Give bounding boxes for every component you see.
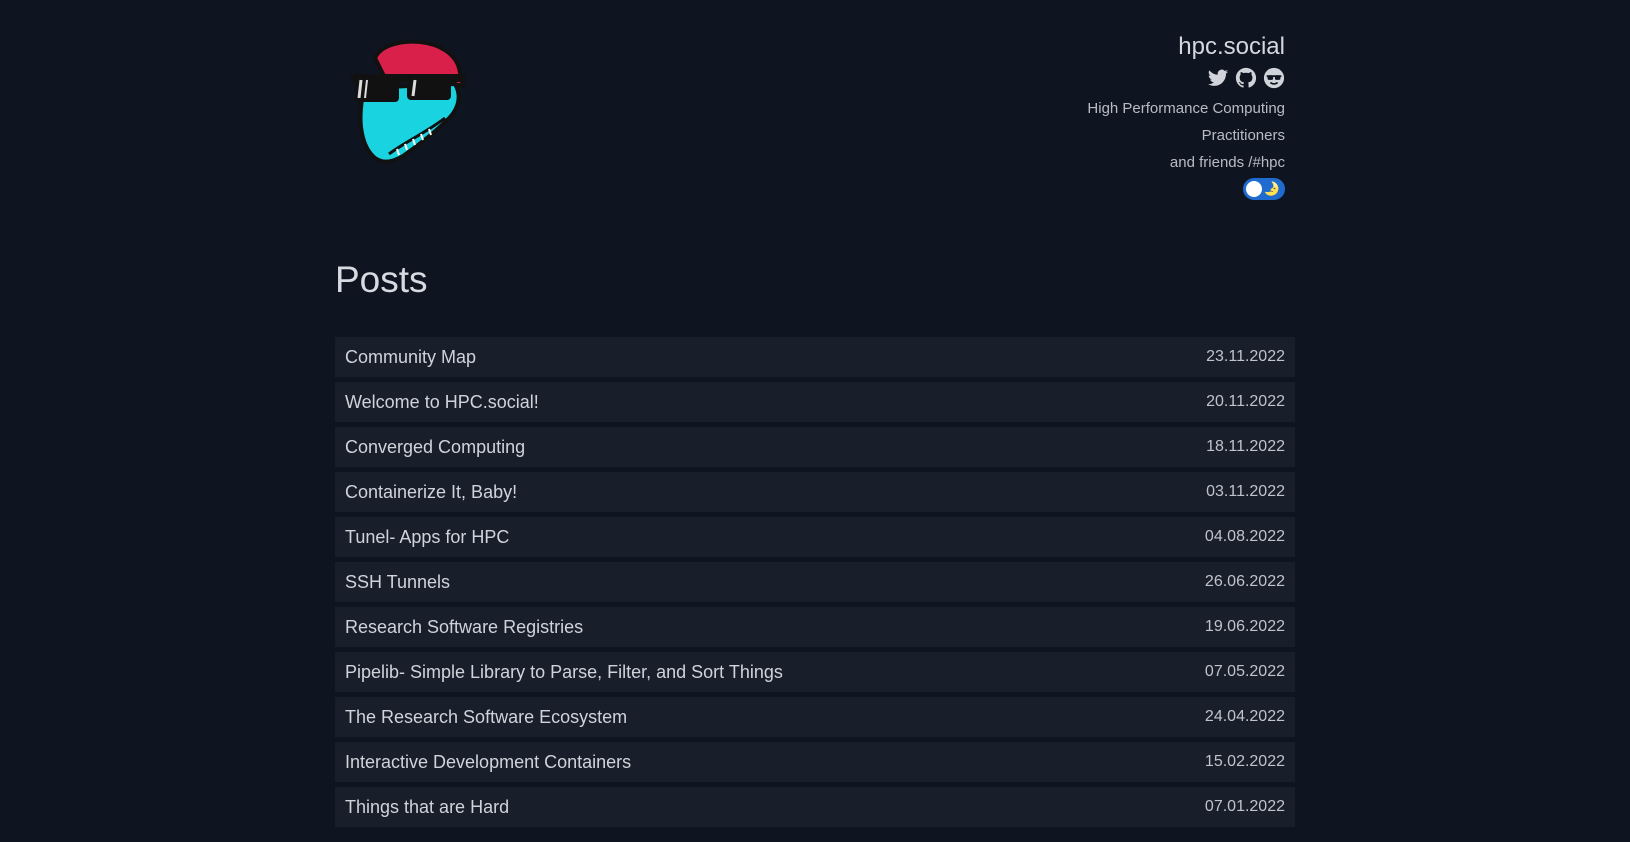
post-list: Community Map 23.11.2022 Welcome to HPC.… xyxy=(335,337,1295,832)
post-row[interactable]: Community Map 23.11.2022 xyxy=(335,337,1295,377)
dinosaur-logo-icon xyxy=(351,39,466,164)
tagline-line: Practitioners xyxy=(1201,127,1285,144)
post-title-link[interactable]: Research Software Registries xyxy=(345,617,583,638)
post-date: 04.08.2022 xyxy=(1204,528,1285,545)
site-logo[interactable] xyxy=(345,38,471,168)
post-row[interactable]: Converged Computing 18.11.2022 xyxy=(335,427,1295,467)
post-title-link[interactable]: Converged Computing xyxy=(345,437,525,458)
post-date: 03.11.2022 xyxy=(1206,483,1285,500)
post-row[interactable]: Welcome to HPC.social! 20.11.2022 xyxy=(335,382,1295,422)
github-icon[interactable] xyxy=(1235,67,1257,89)
post-title-link[interactable]: SSH Tunnels xyxy=(345,572,450,593)
post-row[interactable]: Research Software Registries 19.06.2022 xyxy=(335,607,1295,647)
post-date: 23.11.2022 xyxy=(1206,348,1285,365)
post-date: 24.04.2022 xyxy=(1204,708,1285,725)
mastodon-icon[interactable] xyxy=(1263,67,1285,89)
site-title[interactable]: hpc.social xyxy=(1087,30,1285,64)
toggle-knob xyxy=(1246,181,1262,197)
post-date: 26.06.2022 xyxy=(1204,573,1285,590)
social-links xyxy=(1087,66,1285,90)
post-date: 19.06.2022 xyxy=(1204,618,1285,635)
post-date: 07.01.2022 xyxy=(1204,798,1285,815)
post-row[interactable]: Containerize It, Baby! 03.11.2022 xyxy=(335,472,1295,512)
post-title-link[interactable]: Things that are Hard xyxy=(345,797,509,818)
twitter-icon[interactable] xyxy=(1207,67,1229,89)
post-date: 15.02.2022 xyxy=(1204,753,1285,770)
site-tagline: High Performance Computing Practitioners… xyxy=(1087,95,1285,176)
tagline-line: High Performance Computing xyxy=(1087,100,1285,117)
post-row[interactable]: SSH Tunnels 26.06.2022 xyxy=(335,562,1295,602)
post-date: 20.11.2022 xyxy=(1206,393,1285,410)
post-row[interactable]: Pipelib- Simple Library to Parse, Filter… xyxy=(335,652,1295,692)
post-title-link[interactable]: Interactive Development Containers xyxy=(345,752,631,773)
tagline-line: and friends /#hpc xyxy=(1169,154,1285,171)
post-date: 18.11.2022 xyxy=(1206,438,1285,455)
post-row[interactable]: Tunel- Apps for HPC 04.08.2022 xyxy=(335,517,1295,557)
moon-icon: 🌛 xyxy=(1263,181,1280,196)
site-info: hpc.social High Performance Computing Pr… xyxy=(1087,30,1285,205)
post-row[interactable]: The Research Software Ecosystem 24.04.20… xyxy=(335,697,1295,737)
post-title-link[interactable]: Pipelib- Simple Library to Parse, Filter… xyxy=(345,662,783,683)
theme-toggle[interactable]: 🌛 xyxy=(1243,178,1285,200)
post-title-link[interactable]: Tunel- Apps for HPC xyxy=(345,527,509,548)
page: hpc.social High Performance Computing Pr… xyxy=(0,0,1630,842)
post-title-link[interactable]: Community Map xyxy=(345,347,476,368)
post-row[interactable]: Things that are Hard 07.01.2022 xyxy=(335,787,1295,827)
post-title-link[interactable]: Containerize It, Baby! xyxy=(345,482,517,503)
post-date: 07.05.2022 xyxy=(1204,663,1285,680)
site-header: hpc.social High Performance Computing Pr… xyxy=(335,0,1295,220)
post-title-link[interactable]: The Research Software Ecosystem xyxy=(345,707,627,728)
post-title-link[interactable]: Welcome to HPC.social! xyxy=(345,392,539,413)
posts-heading: Posts xyxy=(335,259,428,300)
post-row[interactable]: Interactive Development Containers 15.02… xyxy=(335,742,1295,782)
